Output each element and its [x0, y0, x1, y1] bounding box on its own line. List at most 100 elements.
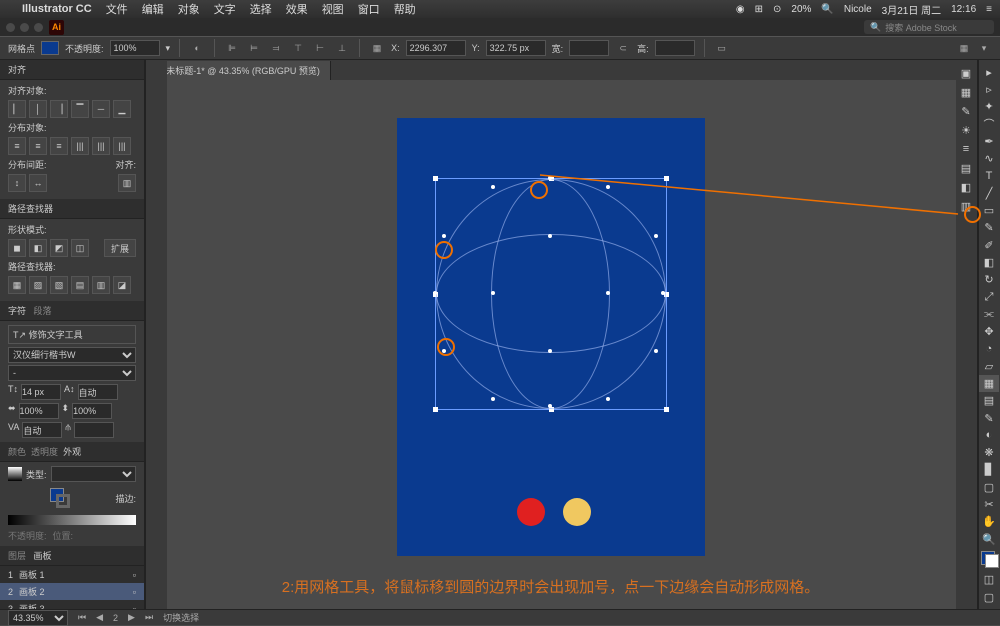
- prefs-icon[interactable]: ▾: [976, 40, 992, 56]
- recolor-icon[interactable]: ◐: [189, 40, 205, 56]
- nav-prev-icon[interactable]: ◀: [96, 612, 103, 623]
- blend-tool[interactable]: ◐: [979, 427, 999, 443]
- mesh-anchor[interactable]: [491, 185, 495, 189]
- opacity-input[interactable]: [110, 40, 160, 56]
- hscale-input[interactable]: [19, 403, 59, 419]
- mesh-anchor[interactable]: [548, 349, 552, 353]
- menu-object[interactable]: 对象: [178, 1, 200, 17]
- mesh-anchor[interactable]: [654, 234, 658, 238]
- pf-trim[interactable]: ▨: [29, 276, 47, 294]
- transform-icon[interactable]: ▦: [369, 40, 385, 56]
- mesh-anchor[interactable]: [606, 291, 610, 295]
- dist-spacing-v[interactable]: ↕: [8, 174, 26, 192]
- dist-h-center[interactable]: |||: [92, 137, 110, 155]
- status-spotlight-icon[interactable]: 🔍: [821, 4, 833, 15]
- panel-icon-swatches[interactable]: ▦: [956, 83, 976, 101]
- grad-stroke-swatch[interactable]: [56, 494, 70, 508]
- screen-mode-icon[interactable]: ▢: [979, 589, 999, 605]
- pf-intersect[interactable]: ◩: [50, 239, 68, 257]
- red-circle-shape[interactable]: [517, 498, 545, 526]
- align-v-bottom[interactable]: ▁: [113, 100, 131, 118]
- fill-stroke-swatch[interactable]: [981, 551, 999, 567]
- symbol-sprayer-tool[interactable]: ❋: [979, 445, 999, 461]
- status-user[interactable]: Nicole: [844, 4, 872, 15]
- artboard-tool[interactable]: ▢: [979, 479, 999, 495]
- align-v-top[interactable]: ▔: [71, 100, 89, 118]
- panel-icon-gradient[interactable]: ▤: [956, 159, 976, 177]
- mesh-anchor[interactable]: [491, 397, 495, 401]
- h-input[interactable]: [655, 40, 695, 56]
- document-tab[interactable]: × 未标题-1* @ 43.35% (RGB/GPU 预览): [145, 61, 331, 80]
- scale-tool[interactable]: ⤢: [979, 289, 999, 305]
- artboard-options-icon[interactable]: ▫: [133, 587, 136, 597]
- chevron-down-icon[interactable]: ▾: [166, 43, 171, 54]
- tab-appearance[interactable]: 外观: [63, 447, 81, 457]
- status-wifi-icon[interactable]: ⊙: [773, 4, 781, 15]
- tab-artboards[interactable]: 画板: [34, 551, 52, 561]
- pen-tool[interactable]: ✒: [979, 133, 999, 149]
- gradient-type-select[interactable]: [51, 466, 136, 482]
- mesh-tool[interactable]: ▦: [979, 375, 999, 391]
- menu-file[interactable]: 文件: [106, 1, 128, 17]
- tab-layers[interactable]: 图层: [8, 551, 26, 561]
- mesh-anchor[interactable]: [654, 349, 658, 353]
- direct-selection-tool[interactable]: ▹: [979, 81, 999, 97]
- gradient-slider[interactable]: [8, 515, 136, 525]
- line-tool[interactable]: ╱: [979, 185, 999, 201]
- mesh-selection-box[interactable]: [435, 178, 667, 410]
- align-h-left[interactable]: ▏: [8, 100, 26, 118]
- y-input[interactable]: [486, 40, 546, 56]
- zoom-select[interactable]: 43.35%: [8, 610, 68, 626]
- dist-v-top[interactable]: ≡: [8, 137, 26, 155]
- link-wh-icon[interactable]: ⊂: [615, 40, 631, 56]
- handle-tr[interactable]: [664, 176, 669, 181]
- panel-char-head[interactable]: 字符 段落: [0, 301, 144, 321]
- pf-minus-back[interactable]: ◪: [113, 276, 131, 294]
- rectangle-tool[interactable]: ▭: [979, 202, 999, 218]
- menu-effect[interactable]: 效果: [286, 1, 308, 17]
- eraser-tool[interactable]: ◧: [979, 254, 999, 270]
- align-right-icon[interactable]: ⫤: [268, 40, 284, 56]
- pencil-tool[interactable]: ✐: [979, 237, 999, 253]
- artboard[interactable]: [397, 118, 705, 556]
- window-close[interactable]: [6, 23, 15, 32]
- align-h-right[interactable]: ▕: [50, 100, 68, 118]
- tab-color[interactable]: 颜色: [8, 447, 26, 457]
- width-tool[interactable]: ⫘: [979, 306, 999, 322]
- zoom-tool[interactable]: 🔍: [979, 531, 999, 547]
- mesh-anchor[interactable]: [442, 234, 446, 238]
- perspective-tool[interactable]: ▱: [979, 358, 999, 374]
- pf-minus-front[interactable]: ◧: [29, 239, 47, 257]
- panel-icon-stroke[interactable]: ≡: [956, 140, 976, 158]
- artboard-row[interactable]: 2画板 2▫: [0, 583, 144, 600]
- pf-exclude[interactable]: ◫: [71, 239, 89, 257]
- shape-builder-tool[interactable]: ◔: [979, 341, 999, 357]
- handle-br[interactable]: [664, 407, 669, 412]
- panel-icon-brushes[interactable]: ✎: [956, 102, 976, 120]
- fill-swatch[interactable]: [41, 41, 59, 55]
- panel-icon-info[interactable]: ◧: [956, 178, 976, 196]
- mesh-anchor[interactable]: [548, 234, 552, 238]
- nav-last-icon[interactable]: ⏭: [145, 612, 153, 623]
- nav-first-icon[interactable]: ⏮: [78, 612, 86, 623]
- artboard-row[interactable]: 3画板 3▫: [0, 600, 144, 609]
- doc-setup-icon[interactable]: ▦: [956, 40, 972, 56]
- menu-view[interactable]: 视图: [322, 1, 344, 17]
- dist-spacing-h[interactable]: ↔: [29, 174, 47, 192]
- font-size-input[interactable]: [21, 384, 61, 400]
- panel-grad-head[interactable]: 颜色 透明度 外观: [0, 442, 144, 462]
- touch-type-tool[interactable]: T↗ 修饰文字工具: [8, 325, 136, 344]
- menu-select[interactable]: 选择: [250, 1, 272, 17]
- leading-input[interactable]: [78, 384, 118, 400]
- align-h-center[interactable]: │: [29, 100, 47, 118]
- graph-tool[interactable]: ▊: [979, 462, 999, 478]
- nav-next-icon[interactable]: ▶: [128, 612, 135, 623]
- panel-align-head[interactable]: 对齐: [0, 60, 144, 80]
- stroke-color[interactable]: [985, 554, 999, 568]
- tracking-input[interactable]: [74, 422, 114, 438]
- menu-help[interactable]: 帮助: [394, 1, 416, 17]
- menu-edit[interactable]: 编辑: [142, 1, 164, 17]
- font-style-select[interactable]: -: [8, 365, 136, 381]
- pf-merge[interactable]: ▧: [50, 276, 68, 294]
- selection-tool[interactable]: ▸: [979, 64, 999, 80]
